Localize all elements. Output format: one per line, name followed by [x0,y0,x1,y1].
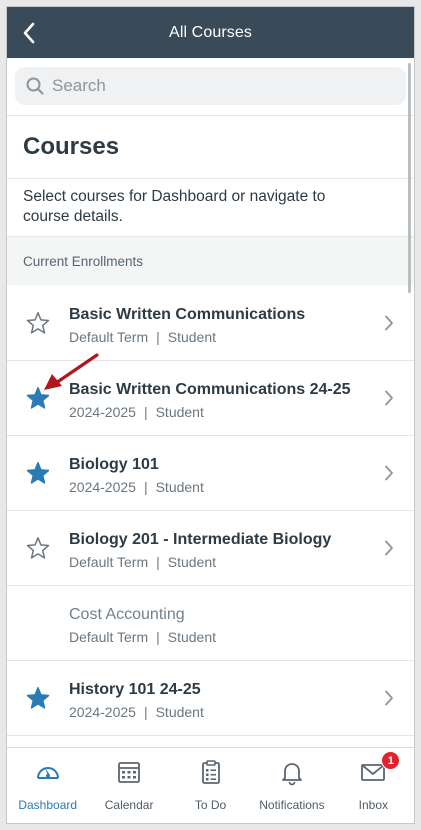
tab-inbox[interactable]: Inbox 1 [333,748,414,823]
chevron-left-icon [23,22,35,44]
course-meta: 2024-2025 | Student [69,478,374,496]
course-term: Default Term [69,629,149,645]
tab-calendar[interactable]: Calendar [88,748,169,823]
dashboard-icon [34,758,62,791]
course-role: Student [155,404,204,420]
course-name: Basic Written Communications [69,306,306,323]
course-text: Biology 201 - Intermediate Biology Defau… [69,530,374,571]
course-term: 2024-2025 [69,479,136,495]
chevron-right-icon [385,540,393,556]
app-screen: All Courses Courses Select courses for D… [6,6,415,824]
tab-notifications[interactable]: Notifications [251,748,332,823]
course-role: Student [155,704,204,720]
star-filled-icon[interactable] [26,461,50,485]
course-text: Cost Accounting Default Term | Student [69,605,374,646]
tab-label: Notifications [259,798,325,812]
meta-separator: | [156,554,160,570]
calendar-icon [115,758,143,791]
course-role: Student [167,629,217,645]
course-name: Biology 101 [69,456,159,473]
bell-icon [278,758,306,791]
search-field[interactable] [15,67,406,105]
course-name: Biology 201 - Intermediate Biology [69,531,332,548]
meta-separator: | [143,704,148,720]
course-meta: 2024-2025 | Student [69,403,374,421]
chevron-right-icon [385,690,393,706]
course-role: Student [167,329,217,345]
courses-heading: Courses [23,133,120,160]
course-term: 2024-2025 [69,704,136,720]
search-icon [26,77,44,95]
chevron-right-icon [385,315,393,331]
section-header-current-enrollments: Current Enrollments [7,236,414,285]
search-bar [7,58,414,115]
course-row[interactable]: Biology 201 - Intermediate Biology Defau… [7,511,414,586]
course-role: Student [155,479,204,495]
course-text: History 101 24-25 2024-2025 | Student [69,680,374,721]
course-name: History 101 24-25 [69,681,201,698]
course-text: Basic Written Communications Default Ter… [69,305,374,346]
meta-separator: | [143,404,148,420]
course-list: Basic Written Communications Default Ter… [7,286,414,736]
scrollbar[interactable] [408,63,411,293]
todo-clipboard-icon [197,758,225,791]
star-outline-icon[interactable] [26,311,50,335]
star-filled-icon[interactable] [26,686,50,710]
course-meta: Default Term | Student [69,553,374,571]
course-term: 2024-2025 [69,404,136,420]
unread-badge: 1 [381,751,401,770]
tab-label: Calendar [104,798,154,812]
navigation-bar: All Courses [7,7,414,58]
courses-heading-row: Courses [7,115,414,179]
course-meta: Default Term | Student [69,328,374,346]
courses-description: Select courses for Dashboard or navigate… [23,188,326,225]
tab-dashboard[interactable]: Dashboard [7,748,88,823]
meta-separator: | [143,479,148,495]
course-row[interactable]: Basic Written Communications 24-25 2024-… [7,361,414,436]
search-input[interactable] [52,76,352,96]
course-text: Biology 101 2024-2025 | Student [69,455,374,496]
course-row[interactable]: Biology 101 2024-2025 | Student [7,436,414,511]
star-outline-icon[interactable] [26,536,50,560]
tab-label: Inbox [358,798,388,812]
back-button[interactable] [15,19,43,47]
course-meta: Default Term | Student [69,628,374,646]
tab-label: Dashboard [18,798,78,812]
page-title: All Courses [169,23,252,41]
meta-separator: | [156,629,160,645]
chevron-right-icon [385,390,393,406]
course-row[interactable]: Cost Accounting Default Term | Student [7,586,414,661]
course-role: Student [167,554,217,570]
meta-separator: | [156,329,160,345]
star-filled-icon[interactable] [26,386,50,410]
course-text: Basic Written Communications 24-25 2024-… [69,380,374,421]
course-name: Cost Accounting [69,606,185,623]
course-name: Basic Written Communications 24-25 [69,381,351,398]
course-term: Default Term [69,554,149,570]
tab-label: To Do [194,798,227,812]
course-row[interactable]: Basic Written Communications Default Ter… [7,286,414,361]
tab-to-do[interactable]: To Do [170,748,251,823]
tab-bar: Dashboard Calendar To Do Notifications Inbox… [7,747,414,823]
chevron-right-icon [385,465,393,481]
course-term: Default Term [69,329,149,345]
course-meta: 2024-2025 | Student [69,703,374,721]
course-row[interactable]: History 101 24-25 2024-2025 | Student [7,661,414,736]
